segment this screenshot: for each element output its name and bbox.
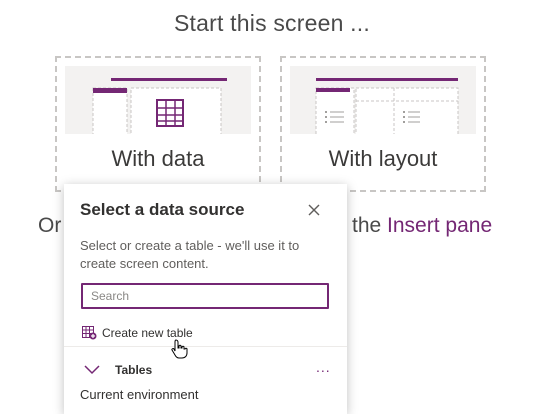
with-data-label: With data xyxy=(65,134,251,184)
search-input[interactable] xyxy=(81,283,329,309)
divider xyxy=(64,346,347,347)
create-table-icon xyxy=(82,326,97,340)
with-layout-thumbnail xyxy=(290,66,476,142)
data-source-popup: Select a data source Select or create a … xyxy=(64,184,347,414)
tables-section-label: Tables xyxy=(115,363,153,377)
insert-pane-link[interactable]: Insert pane xyxy=(387,214,492,237)
chevron-down-icon[interactable] xyxy=(82,364,102,376)
more-icon[interactable]: ... xyxy=(316,359,331,375)
close-button[interactable] xyxy=(304,200,324,220)
table-icon xyxy=(156,99,184,127)
with-data-option[interactable]: With data xyxy=(55,56,261,192)
hint-suffix: the Insert pane xyxy=(352,214,492,238)
with-layout-label: With layout xyxy=(290,134,476,184)
page-title: Start this screen ... xyxy=(174,10,370,36)
with-layout-option[interactable]: With layout xyxy=(280,56,486,192)
popup-description: Select or create a table - we'll use it … xyxy=(80,238,300,271)
popup-title: Select a data source xyxy=(80,200,245,219)
close-icon xyxy=(308,204,320,216)
tables-section-header[interactable]: Tables ... xyxy=(82,359,332,379)
create-new-table-label: Create new table xyxy=(102,326,193,340)
hand-cursor-icon xyxy=(171,339,188,359)
current-environment-item[interactable]: Current environment xyxy=(80,387,199,402)
hint-middle: the xyxy=(352,214,382,237)
with-data-thumbnail xyxy=(65,66,251,142)
hint-prefix: Or xyxy=(38,214,62,237)
